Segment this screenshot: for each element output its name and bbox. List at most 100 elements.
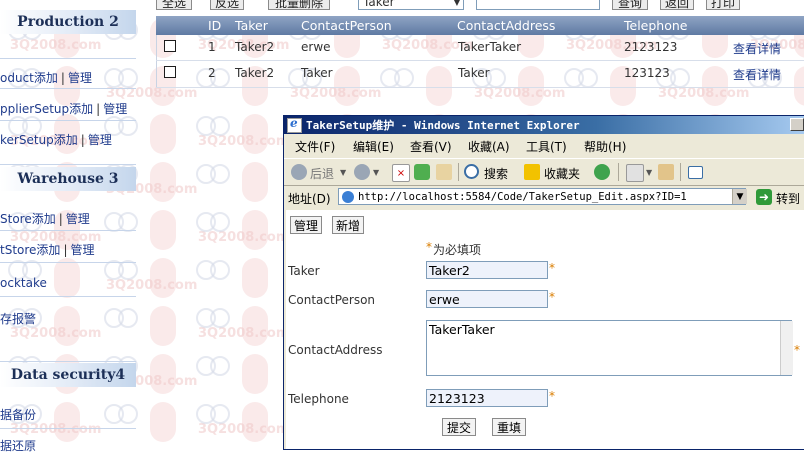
telephone-field[interactable]: 2123123 [426,389,548,407]
add-link[interactable]: 添加 [36,243,60,257]
add-link[interactable]: 添加 [34,71,58,85]
back-label[interactable]: 后退 [310,165,334,182]
row-checkbox[interactable] [164,40,176,52]
search-label[interactable]: 搜索 [484,165,508,182]
chevron-down-icon[interactable]: ▼ [732,189,747,204]
section-header-production[interactable]: Production 2 [0,10,136,34]
minimize-button[interactable] [790,118,804,131]
scrollbar[interactable] [780,321,793,375]
contact-address-field[interactable]: TakerTaker [426,320,792,376]
grid-header: ID Taker ContactPerson ContactAddress Te… [156,16,804,35]
manage-link[interactable]: 管理 [70,243,94,257]
section-header-data-security[interactable]: Data security4 [0,363,136,387]
column-header-taker[interactable]: Taker [235,18,268,33]
back-button[interactable]: 返回 [660,0,694,10]
search-icon[interactable] [464,164,479,179]
add-link[interactable]: 添加 [69,102,93,116]
messenger-icon[interactable] [688,166,703,179]
batch-delete-button[interactable]: 批量删除 [268,0,330,10]
cell-contact-person: Taker [301,66,333,80]
manage-link[interactable]: 管理 [88,133,112,147]
invert-selection-button[interactable]: 反选 [210,0,244,10]
taker-field[interactable]: Taker2 [426,261,548,279]
cell-telephone: 123123 [624,66,670,80]
sidebar-item-label: pplierSetup [0,102,70,116]
sidebar-item-label: tStore [0,243,37,257]
manage-link[interactable]: 管理 [66,212,90,226]
chevron-down-icon[interactable]: ▼ [646,168,652,177]
add-link[interactable]: 添加 [32,212,56,226]
divider [0,164,136,165]
print-icon[interactable] [626,164,644,182]
contact-person-label: ContactPerson [288,293,376,307]
cell-contact-address: TakerTaker [458,40,522,54]
manage-link[interactable]: 管理 [68,71,92,85]
stop-icon[interactable]: × [392,164,410,182]
go-arrow-icon[interactable]: ➜ [756,189,772,205]
chevron-down-icon[interactable]: ▼ [340,168,346,177]
back-arrow-icon[interactable] [291,164,307,180]
window-title: TakerSetup维护 - Windows Internet Explorer [306,119,580,132]
section-header-warehouse[interactable]: Warehouse 3 [0,167,136,191]
sidebar-item-product: oduct添加 | 管理 [0,69,92,86]
submit-button[interactable]: 提交 [442,418,477,436]
cell-contact-person: erwe [301,40,331,54]
go-button[interactable]: 转到 [776,190,800,207]
favorites-star-icon[interactable] [524,164,540,180]
address-input[interactable]: http://localhost:5584/Code/TakerSetup_Ed… [338,188,746,205]
sidebar-item-label: 据备份 [0,408,37,422]
column-header-id[interactable]: ID [208,18,221,33]
required-star: * [549,389,555,403]
separator: | [96,102,101,116]
column-header-telephone[interactable]: Telephone [624,18,687,33]
menu-view[interactable]: 查看(V) [410,138,452,155]
manage-link[interactable]: 管理 [103,102,127,116]
sidebar-item-label: kerSetup [0,133,54,147]
search-input[interactable] [476,0,600,10]
taker-label: Taker [288,264,320,278]
manage-button[interactable]: 管理 [290,216,323,234]
required-star: * [426,240,432,254]
select-all-button[interactable]: 全选 [156,0,192,10]
sidebar-item-stocktake[interactable]: ocktake [0,276,47,290]
contact-person-field[interactable]: erwe [426,290,548,308]
sidebar-item-data-restore[interactable]: 据还原 [0,437,36,454]
view-details-link[interactable]: 查看详情 [733,40,781,57]
menu-help[interactable]: 帮助(H) [584,138,626,155]
column-header-contact-address[interactable]: ContactAddress [457,18,555,33]
ie-window: TakerSetup维护 - Windows Internet Explorer… [284,116,804,449]
menu-file[interactable]: 文件(F) [295,138,335,155]
divider [0,262,136,263]
window-title-bar[interactable]: TakerSetup维护 - Windows Internet Explorer [284,116,804,134]
divider [0,88,136,89]
field-select[interactable]: Taker ▼ [358,0,464,10]
sidebar-item-supplier-setup: pplierSetup添加 | 管理 [0,100,127,117]
edit-icon[interactable] [658,164,674,180]
favorites-label[interactable]: 收藏夹 [544,165,580,182]
refresh-icon[interactable] [414,164,430,180]
address-url: http://localhost:5584/Code/TakerSetup_Ed… [358,190,687,203]
history-icon[interactable] [594,164,610,180]
menu-tools[interactable]: 工具(T) [526,138,567,155]
forward-arrow-icon[interactable] [354,164,370,180]
print-button[interactable]: 打印 [706,0,740,10]
column-header-contact-person[interactable]: ContactPerson [301,18,392,33]
sidebar-item-data-backup[interactable]: 据备份 [0,406,36,423]
menu-favorites[interactable]: 收藏(A) [468,138,510,155]
reset-button[interactable]: 重填 [492,418,527,436]
sidebar-item-stock-alarm[interactable]: 存报警 [0,310,36,327]
sidebar-item-taker-setup: kerSetup添加 | 管理 [0,131,112,148]
required-star: * [549,261,555,275]
menu-edit[interactable]: 编辑(E) [353,138,394,155]
chevron-down-icon[interactable]: ▼ [373,168,379,177]
separator: | [80,133,85,147]
query-button[interactable]: 查询 [612,0,648,10]
add-link[interactable]: 添加 [54,133,78,147]
add-button[interactable]: 新增 [332,216,365,234]
row-checkbox[interactable] [164,66,176,78]
cell-taker: Taker2 [235,66,275,80]
view-details-link[interactable]: 查看详情 [733,66,781,83]
home-icon[interactable] [436,164,452,180]
sidebar-item-label: 存报警 [0,312,37,326]
divider [0,58,136,59]
